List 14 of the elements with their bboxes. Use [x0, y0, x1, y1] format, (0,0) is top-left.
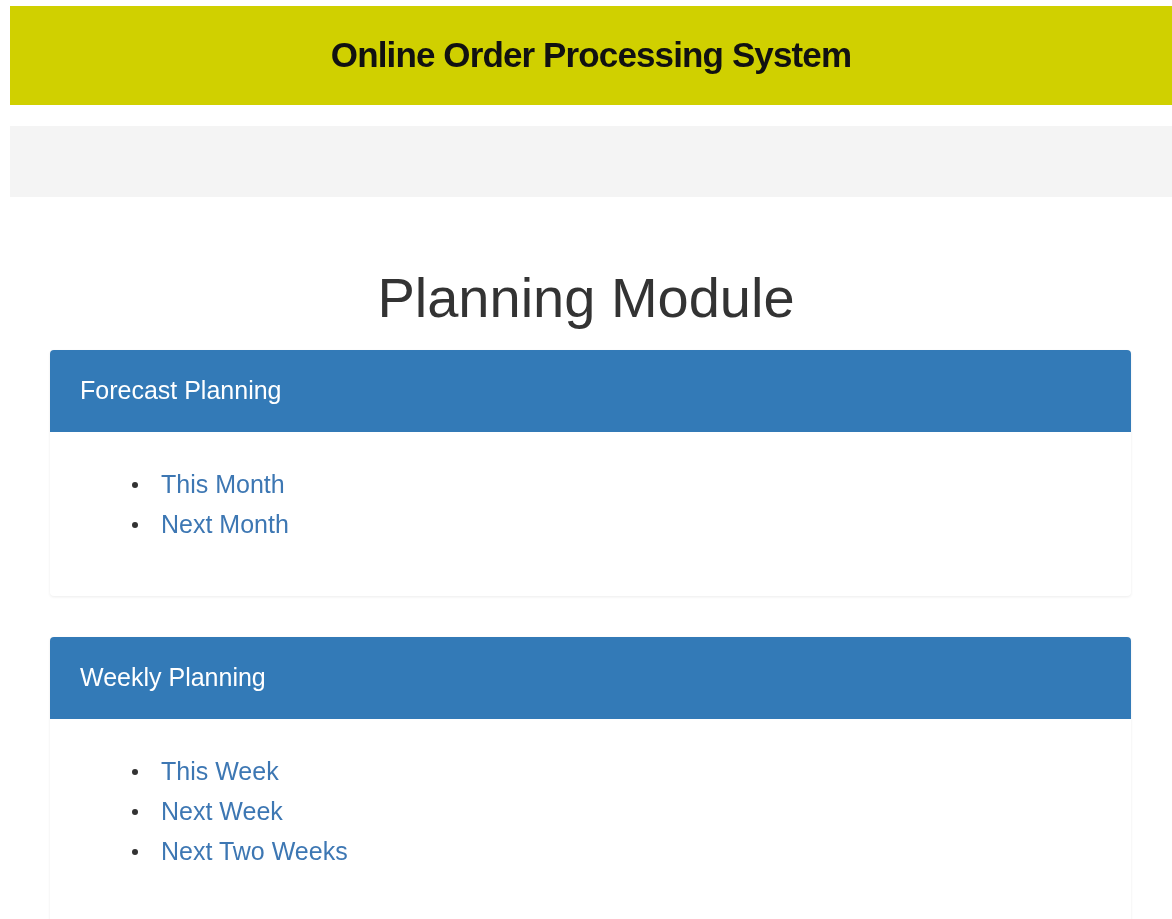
bullet-icon — [132, 482, 138, 488]
system-title: Online Order Processing System — [330, 34, 852, 77]
panel-title: Forecast Planning — [80, 375, 282, 407]
bullet-icon — [132, 809, 138, 815]
planning-link[interactable]: This Week — [161, 753, 279, 791]
planning-link[interactable]: Next Two Weeks — [161, 833, 348, 871]
panel-title: Weekly Planning — [80, 662, 266, 694]
bullet-icon — [132, 769, 138, 775]
planning-link[interactable]: Next Week — [161, 793, 283, 831]
planning-link[interactable]: This Month — [161, 466, 285, 504]
page-title: Planning Module — [377, 267, 795, 329]
planning-link[interactable]: Next Month — [161, 506, 289, 544]
bullet-icon — [132, 849, 138, 855]
bullet-icon — [132, 522, 138, 528]
